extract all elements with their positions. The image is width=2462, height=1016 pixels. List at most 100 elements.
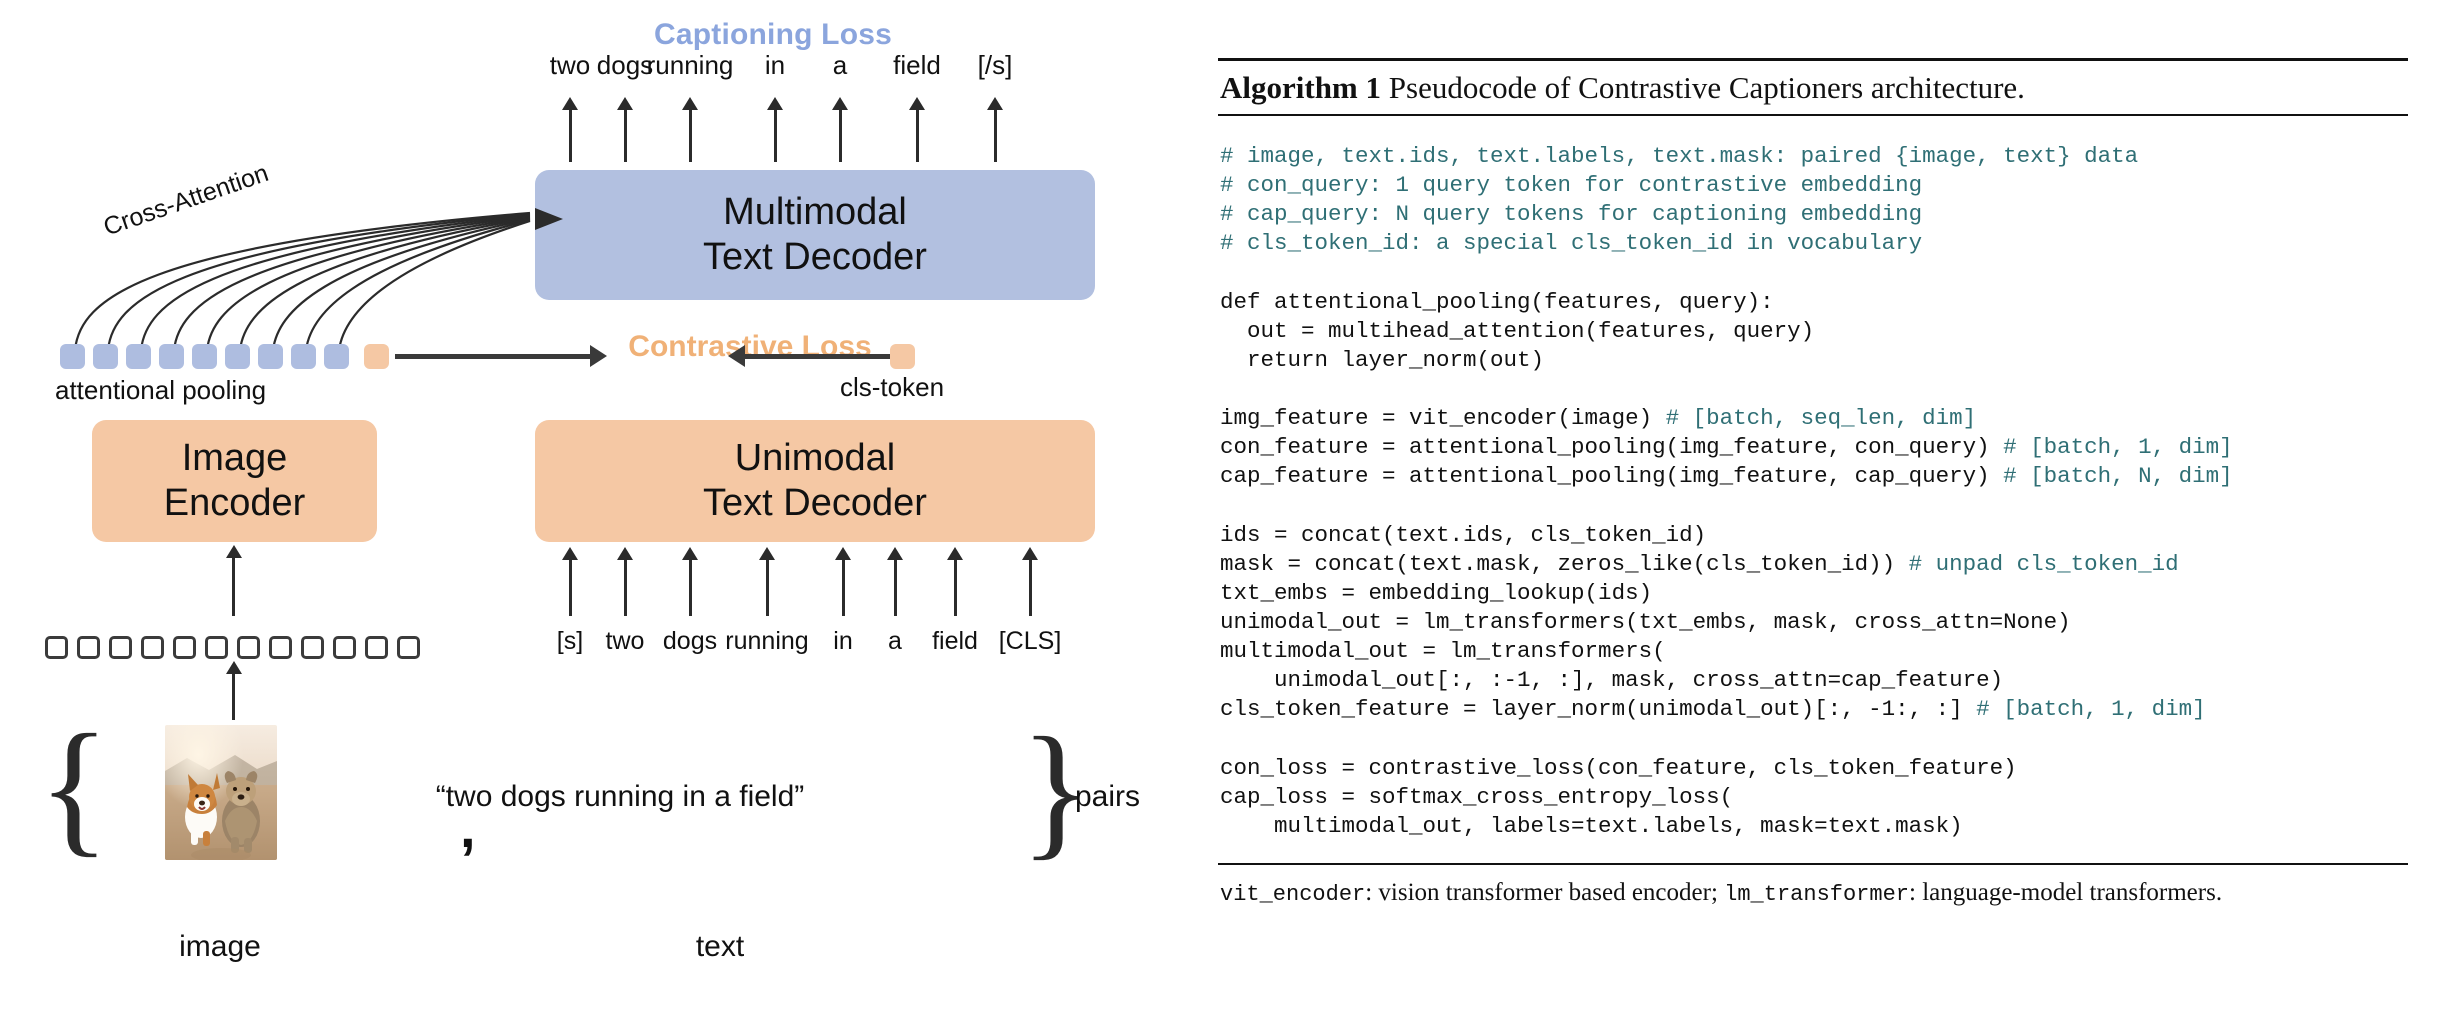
code-line: txt_embs = embedding_lookup(ids) [1220, 579, 2406, 608]
multimodal-text-decoder-block: Multimodal Text Decoder [535, 170, 1095, 300]
unimodal-decoder-line1: Unimodal [734, 437, 896, 480]
text-input-arrow [568, 558, 572, 616]
code-comment: # [batch, 1, dim] [1976, 696, 2206, 723]
text-input-arrow [953, 558, 957, 616]
caption-output-token: running [646, 50, 734, 80]
caption-output-token: a [832, 50, 848, 80]
algorithm-code-block: # image, text.ids, text.labels, text.mas… [1218, 116, 2408, 863]
multimodal-decoder-line2: Text Decoder [703, 236, 927, 278]
footnote-identifier: lm_transformer [1724, 882, 1909, 907]
algorithm-title: Algorithm 1 Pseudocode of Contrastive Ca… [1218, 61, 2408, 114]
unimodal-text-decoder-block: Unimodal Text Decoder [535, 420, 1095, 542]
text-input-token: in [833, 627, 853, 655]
algorithm-footnote: vit_encoder: vision transformer based en… [1218, 865, 2408, 907]
pooled-token-square [126, 344, 151, 369]
image-patch-square [109, 636, 132, 659]
image-encoder-block: Image Encoder [92, 420, 377, 542]
pairs-label: pairs [1075, 780, 1141, 813]
code-text: con_loss = contrastive_loss(con_feature,… [1220, 754, 2017, 781]
code-line: # image, text.ids, text.labels, text.mas… [1220, 142, 2406, 171]
code-text: cls_token_feature = layer_norm(unimodal_… [1220, 696, 1977, 723]
image-patch-square [301, 636, 324, 659]
caption-output-arrow [838, 108, 842, 162]
pooled-token-square [192, 344, 217, 369]
code-line: ids = concat(text.ids, cls_token_id) [1220, 521, 2406, 550]
captioning-loss-label: Captioning Loss [654, 18, 892, 51]
photo-to-patches-arrow [232, 672, 235, 720]
image-patch-square [237, 636, 260, 659]
cls-token-label: cls-token [840, 372, 945, 402]
code-line: con_feature = attentional_pooling(img_fe… [1220, 433, 2406, 462]
code-line: img_feature = vit_encoder(image) # [batc… [1220, 404, 2406, 433]
image-encoder-line1: Image [181, 437, 288, 480]
text-input-token: [CLS] [998, 627, 1062, 655]
code-comment: # unpad cls_token_id [1908, 550, 2179, 577]
text-input-token-row: [s] two dogs running in a field [CLS] [520, 627, 1120, 657]
algorithm-number: Algorithm 1 [1220, 70, 1382, 105]
code-comment: # image, text.ids, text.labels, text.mas… [1220, 143, 2139, 169]
pooled-token-square [324, 344, 349, 369]
text-input-token: field [932, 627, 978, 655]
code-line: cap_feature = attentional_pooling(img_fe… [1220, 462, 2406, 491]
caption-output-token-row: two dogs running in a field [/s] [505, 50, 1025, 82]
caption-output-arrow [915, 108, 919, 162]
multimodal-decoder-line1: Multimodal [723, 191, 907, 234]
code-comment: # cap_query: N query tokens for captioni… [1220, 201, 1923, 228]
caption-output-arrow [623, 108, 627, 162]
image-patch-square [397, 636, 420, 659]
pooled-token-square [159, 344, 184, 369]
cross-attention-strands [73, 208, 563, 351]
image-label: image [179, 930, 261, 963]
code-comment: # cls_token_id: a special cls_token_id i… [1220, 230, 1923, 257]
contrastive-arrow-right-head [728, 345, 745, 367]
code-line: unimodal_out = lm_transformers(txt_embs,… [1220, 608, 2406, 637]
code-comment: # [batch, N, dim] [2003, 463, 2233, 490]
image-patch-square [45, 636, 68, 659]
unimodal-decoder-line2: Text Decoder [703, 482, 927, 524]
code-line: # con_query: 1 query token for contrasti… [1220, 171, 2406, 200]
image-patch-square [141, 636, 164, 659]
image-patch-square [365, 636, 388, 659]
text-input-token: a [888, 627, 902, 655]
code-line: return layer_norm(out) [1220, 346, 2406, 375]
code-line: multimodal_out, labels=text.labels, mask… [1220, 812, 2406, 841]
text-input-arrow [623, 558, 627, 616]
caption-output-arrow [568, 108, 572, 162]
image-patch-square [77, 636, 100, 659]
contrastive-arrow-left-line [395, 354, 590, 359]
text-input-arrow [1028, 558, 1032, 616]
contrastive-token-square [364, 344, 389, 369]
code-text: unimodal_out[:, :-1, :], mask, cross_att… [1220, 667, 2004, 694]
code-comment: # [batch, seq_len, dim] [1665, 405, 1977, 432]
algorithm-panel: Algorithm 1 Pseudocode of Contrastive Ca… [1190, 0, 2462, 1016]
image-patch-token-row [45, 636, 429, 659]
code-line: mask = concat(text.mask, zeros_like(cls_… [1220, 550, 2406, 579]
code-text: return layer_norm(out) [1220, 346, 1545, 373]
caption-output-token: in [764, 50, 786, 80]
text-input-arrow [893, 558, 897, 616]
code-text: cap_loss = softmax_cross_entropy_loss( [1220, 783, 1734, 810]
footnote-text: : vision transformer based encoder; [1365, 879, 1725, 906]
dogs-photo [165, 725, 277, 860]
pooled-token-square [60, 344, 85, 369]
image-encoder-line2: Encoder [163, 482, 306, 524]
code-line: # cap_query: N query tokens for captioni… [1220, 200, 2406, 229]
code-text: multimodal_out = lm_transformers( [1220, 638, 1666, 665]
code-line: def attentional_pooling(features, query)… [1220, 288, 2406, 317]
text-input-arrow [765, 558, 769, 616]
text-input-token: [s] [556, 627, 584, 655]
code-line: multimodal_out = lm_transformers( [1220, 637, 2406, 666]
image-patch-square [333, 636, 356, 659]
contrastive-arrow-right-line [745, 354, 890, 359]
code-text: txt_embs = embedding_lookup(ids) [1220, 579, 1653, 606]
code-text: def attentional_pooling(features, query)… [1220, 288, 1774, 315]
code-line: unimodal_out[:, :-1, :], mask, cross_att… [1220, 666, 2406, 695]
pooled-token-square [225, 344, 250, 369]
code-line: cap_loss = softmax_cross_entropy_loss( [1220, 783, 2406, 812]
footnote-text: : language-model transformers. [1909, 879, 2223, 906]
code-line: cls_token_feature = layer_norm(unimodal_… [1220, 695, 2406, 724]
caption-output-token: field [893, 50, 941, 80]
